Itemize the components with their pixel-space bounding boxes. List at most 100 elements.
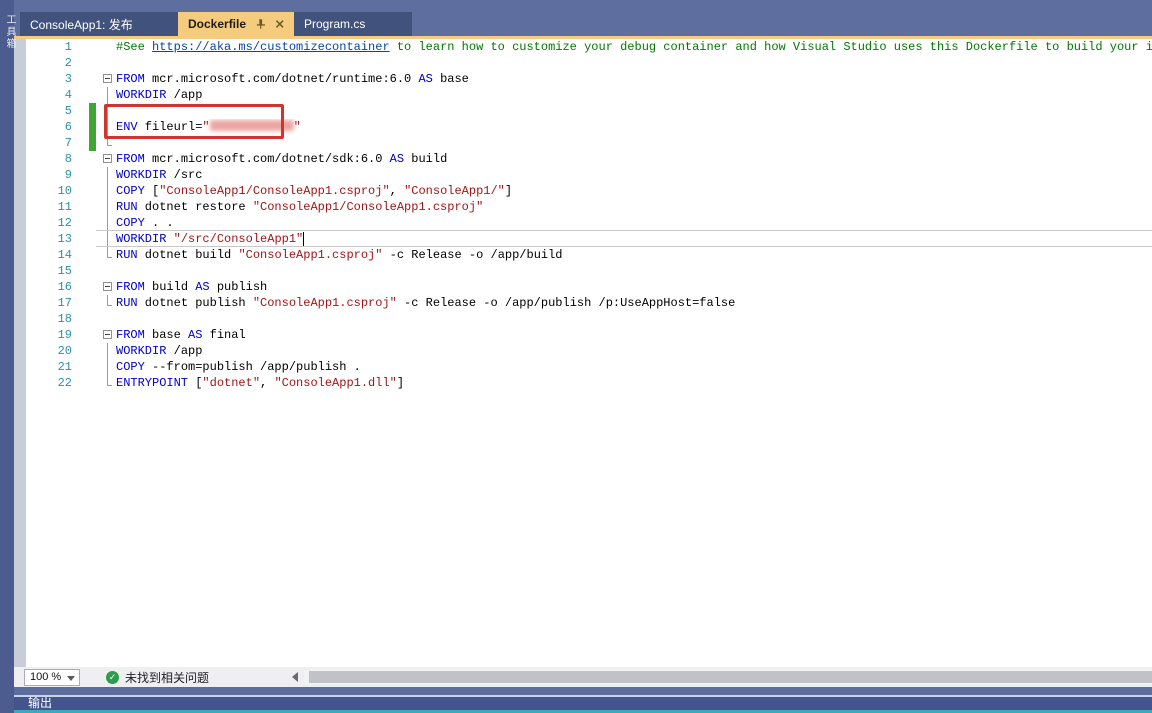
code-segment: "ConsoleApp1.dll" xyxy=(274,376,396,390)
collapse-toggle-icon[interactable] xyxy=(103,154,112,163)
check-circle-icon[interactable]: ✓ xyxy=(106,671,119,684)
line-number[interactable]: 11 xyxy=(26,199,72,215)
code-segment: [ xyxy=(188,376,202,390)
line-number[interactable]: 20 xyxy=(26,343,72,359)
code-lines: 1#See https://aka.ms/customizecontainer … xyxy=(26,39,1152,391)
collapse-toggle-icon[interactable] xyxy=(103,330,112,339)
collapse-toggle-icon[interactable] xyxy=(103,74,112,83)
line-number[interactable]: 7 xyxy=(26,135,72,151)
outline-guide xyxy=(107,343,108,386)
code-line[interactable]: 4WORKDIR /app xyxy=(26,87,1152,103)
code-line[interactable]: 11RUN dotnet restore "ConsoleApp1/Consol… xyxy=(26,199,1152,215)
code-line[interactable]: 18 xyxy=(26,311,1152,327)
code-line[interactable]: 5 xyxy=(26,103,1152,119)
code-segment: " xyxy=(202,120,209,134)
code-segment: COPY xyxy=(116,216,145,230)
line-number[interactable]: 18 xyxy=(26,311,72,327)
line-number[interactable]: 22 xyxy=(26,375,72,391)
output-panel-title[interactable]: 输出 xyxy=(0,697,1152,710)
code-segment: FROM xyxy=(116,152,145,166)
code-segment: base xyxy=(145,328,188,342)
code-line[interactable]: 6ENV fileurl="" xyxy=(26,119,1152,135)
line-number[interactable]: 5 xyxy=(26,103,72,119)
code-line[interactable]: 15 xyxy=(26,263,1152,279)
code-segment: mcr.microsoft.com/dotnet/sdk:6.0 xyxy=(145,152,390,166)
redacted-value xyxy=(210,120,294,131)
code-segment xyxy=(166,232,173,246)
code-segment: dotnet publish xyxy=(138,296,253,310)
hyperlink[interactable]: https://aka.ms/customizecontainer xyxy=(152,40,390,54)
code-segment: . . xyxy=(145,216,174,230)
line-number[interactable]: 8 xyxy=(26,151,72,167)
code-segment: COPY xyxy=(116,184,145,198)
line-number[interactable]: 16 xyxy=(26,279,72,295)
code-line[interactable]: 13WORKDIR "/src/ConsoleApp1" xyxy=(26,231,1152,247)
code-segment: build xyxy=(404,152,447,166)
code-line[interactable]: 7 xyxy=(26,135,1152,151)
code-line[interactable]: 3FROM mcr.microsoft.com/dotnet/runtime:6… xyxy=(26,71,1152,87)
close-icon[interactable] xyxy=(275,19,284,29)
code-line[interactable]: 22ENTRYPOINT ["dotnet", "ConsoleApp1.dll… xyxy=(26,375,1152,391)
scrollbar-thumb[interactable] xyxy=(309,671,1152,683)
code-line[interactable]: 9WORKDIR /src xyxy=(26,167,1152,183)
change-tracking-bar xyxy=(89,119,96,135)
collapse-toggle-icon[interactable] xyxy=(103,282,112,291)
line-number[interactable]: 15 xyxy=(26,263,72,279)
outline-guide xyxy=(107,167,108,258)
code-line[interactable]: 2 xyxy=(26,55,1152,71)
code-line[interactable]: 12 COPY . . xyxy=(26,215,1152,231)
tab-dockerfile[interactable]: Dockerfile xyxy=(178,12,294,36)
code-line[interactable]: 1#See https://aka.ms/customizecontainer … xyxy=(26,39,1152,55)
code-segment: "ConsoleApp1/ConsoleApp1.csproj" xyxy=(253,200,483,214)
code-segment: WORKDIR xyxy=(116,344,166,358)
line-number[interactable]: 3 xyxy=(26,71,72,87)
code-segment: build xyxy=(145,280,195,294)
pin-icon[interactable] xyxy=(255,18,266,30)
code-line[interactable]: 21COPY --from=publish /app/publish . xyxy=(26,359,1152,375)
code-segment: ] xyxy=(397,376,404,390)
line-number[interactable]: 2 xyxy=(26,55,72,71)
tab-consoleapp1-publish[interactable]: ConsoleApp1: 发布 xyxy=(20,12,178,36)
code-segment: [ xyxy=(145,184,159,198)
tab-label: Dockerfile xyxy=(188,17,246,31)
dropdown-arrow-icon[interactable] xyxy=(67,676,75,681)
line-number[interactable]: 10 xyxy=(26,183,72,199)
code-line[interactable]: 8FROM mcr.microsoft.com/dotnet/sdk:6.0 A… xyxy=(26,151,1152,167)
tab-label: ConsoleApp1: 发布 xyxy=(30,16,133,33)
line-number[interactable]: 9 xyxy=(26,167,72,183)
code-segment: WORKDIR xyxy=(116,232,166,246)
line-number[interactable]: 21 xyxy=(26,359,72,375)
scrollbar-track[interactable] xyxy=(304,670,1152,684)
line-number[interactable]: 6 xyxy=(26,119,72,135)
line-number[interactable]: 14 xyxy=(26,247,72,263)
tab-program-cs[interactable]: Program.cs xyxy=(294,12,412,36)
code-segment: WORKDIR xyxy=(116,168,166,182)
line-number[interactable]: 12 xyxy=(26,215,72,231)
code-segment: base xyxy=(433,72,469,86)
code-line[interactable]: 19FROM base AS final xyxy=(26,327,1152,343)
editor-status-strip: 100 % ✓ 未找到相关问题 xyxy=(14,667,1152,687)
change-tracking-bar xyxy=(89,135,96,151)
code-line[interactable]: 17 RUN dotnet publish "ConsoleApp1.csproj… xyxy=(26,295,1152,311)
code-segment: RUN xyxy=(116,296,138,310)
line-number[interactable]: 4 xyxy=(26,87,72,103)
code-editor[interactable]: 1#See https://aka.ms/customizecontainer … xyxy=(14,36,1152,667)
code-segment: AS xyxy=(188,328,202,342)
code-line[interactable]: 14RUN dotnet build "ConsoleApp1.csproj" … xyxy=(26,247,1152,263)
tab-label: Program.cs xyxy=(304,17,365,31)
text-caret xyxy=(303,232,304,246)
line-number[interactable]: 19 xyxy=(26,327,72,343)
code-line[interactable]: 20WORKDIR /app xyxy=(26,343,1152,359)
scroll-left-arrow-icon[interactable] xyxy=(292,672,298,682)
line-number[interactable]: 13 xyxy=(26,231,72,247)
code-segment: "ConsoleApp1/ConsoleApp1.csproj" xyxy=(159,184,389,198)
code-line[interactable]: 16FROM build AS publish xyxy=(26,279,1152,295)
horizontal-scrollbar[interactable] xyxy=(290,669,1152,685)
sidebar-tab-toolbox[interactable]: 工具箱 xyxy=(0,0,14,713)
code-line[interactable]: 10 COPY ["ConsoleApp1/ConsoleApp1.csproj"… xyxy=(26,183,1152,199)
zoom-level-value: 100 % xyxy=(30,671,61,683)
zoom-level-combobox[interactable]: 100 % xyxy=(24,669,80,686)
line-number[interactable]: 17 xyxy=(26,295,72,311)
line-number[interactable]: 1 xyxy=(26,39,72,55)
code-segment: "ConsoleApp1.csproj" xyxy=(253,296,397,310)
